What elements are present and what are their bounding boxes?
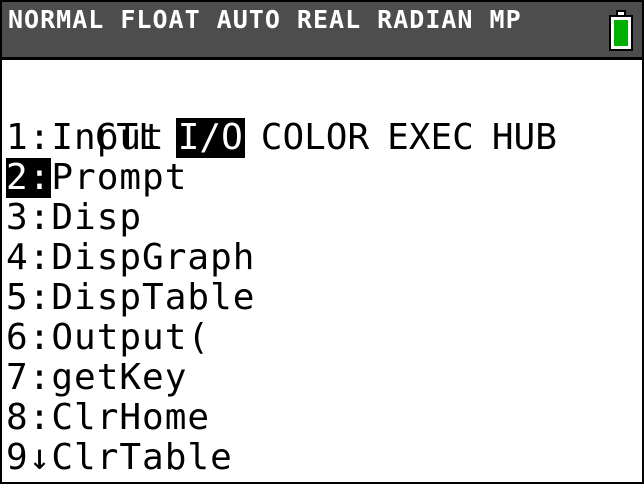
mode-status-text: NORMAL FLOAT AUTO REAL RADIAN MP	[8, 5, 522, 34]
menu-item-number: 1:	[6, 117, 52, 158]
menu-item-number: 8:	[6, 397, 52, 438]
menu-item-prompt[interactable]: 2:Prompt	[6, 158, 255, 198]
menu-item-disp[interactable]: 3:Disp	[6, 198, 255, 238]
menu-item-dispgraph[interactable]: 4:DispGraph	[6, 238, 255, 278]
tab-exec[interactable]: EXEC	[385, 118, 476, 158]
menu-item-label: Prompt	[51, 157, 188, 198]
menu-tabs: CTL I/O COLOR EXEC HUB	[6, 78, 559, 158]
menu-item-label: Input	[51, 117, 165, 158]
menu-item-label: getKey	[51, 357, 188, 398]
menu-item-getkey[interactable]: 7:getKey	[6, 358, 255, 398]
calculator-screen: NORMAL FLOAT AUTO REAL RADIAN MP CTL I/O C…	[0, 0, 644, 484]
menu-item-number: 5:	[6, 277, 52, 318]
menu-item-input[interactable]: 1:Input	[6, 118, 255, 158]
status-bar: NORMAL FLOAT AUTO REAL RADIAN MP	[2, 2, 642, 60]
menu-item-clrtable[interactable]: 9↓ClrTable	[6, 438, 255, 478]
menu-item-number: 6:	[6, 317, 52, 358]
menu-item-clrhome[interactable]: 8:ClrHome	[6, 398, 255, 438]
menu-item-number: 7:	[6, 357, 52, 398]
menu-item-label: DispGraph	[51, 237, 256, 278]
tab-color[interactable]: COLOR	[259, 118, 371, 158]
menu-item-label: ClrHome	[51, 397, 211, 438]
battery-icon	[609, 15, 633, 51]
menu-item-output[interactable]: 6:Output(	[6, 318, 255, 358]
menu-item-label: Output(	[51, 317, 211, 358]
menu-item-list: 1:Input 2:Prompt 3:Disp 4:DispGraph 5:Di…	[6, 118, 255, 478]
menu-item-number: 9↓	[6, 437, 52, 478]
menu-item-label: ClrTable	[51, 437, 233, 478]
menu-item-number: 3:	[6, 197, 52, 238]
menu-item-label: Disp	[51, 197, 143, 238]
menu-item-disptable[interactable]: 5:DispTable	[6, 278, 255, 318]
menu-item-number: 4:	[6, 237, 52, 278]
battery-level	[614, 20, 628, 46]
menu-item-label: DispTable	[51, 277, 256, 318]
menu-item-number-selected: 2:	[6, 157, 52, 198]
tab-hub[interactable]: HUB	[490, 118, 559, 158]
